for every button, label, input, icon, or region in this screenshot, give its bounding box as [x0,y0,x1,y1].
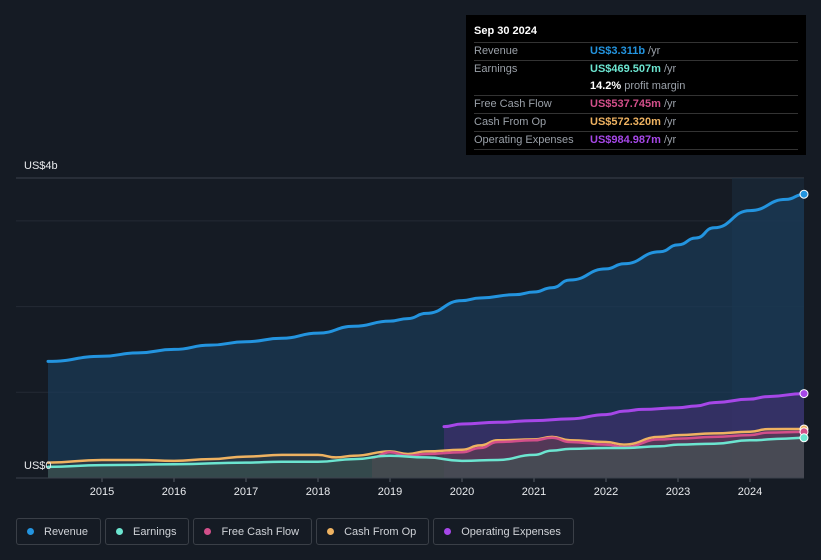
x-tick-label: 2019 [377,486,403,498]
x-tick-label: 2018 [305,486,331,498]
legend-dot-icon [27,528,34,535]
legend-item-earnings[interactable]: Earnings [105,518,190,545]
x-tick-label: 2017 [233,486,259,498]
x-tick-label: 2023 [665,486,691,498]
legend-label: Earnings [133,525,177,538]
tooltip-value: US$984.987m [590,134,661,146]
legend-label: Cash From Op [344,525,417,538]
legend-item-free-cash-flow[interactable]: Free Cash Flow [193,518,313,545]
tooltip-row: Free Cash Flow US$537.745m/yr [474,96,798,114]
tooltip-unit: /yr [663,98,677,110]
x-tick-label: 2016 [161,486,187,498]
y-axis-top-label: US$4b [24,160,58,172]
legend-label: Revenue [44,525,89,538]
x-tick-label: 2022 [593,486,619,498]
tooltip-label: Cash From Op [474,116,547,128]
tooltip-value: US$572.320m [590,116,661,128]
operating-expenses-end-marker [799,389,809,399]
tooltip-row: Operating Expenses US$984.987m/yr [474,132,798,150]
tooltip-label [474,78,590,95]
x-tick-label: 2015 [89,486,115,498]
legend-item-operating-expenses[interactable]: Operating Expenses [433,518,574,545]
legend-item-revenue[interactable]: Revenue [16,518,102,545]
legend-dot-icon [204,528,212,535]
x-tick-label: 2020 [449,486,475,498]
legend-dot-icon [327,528,335,535]
revenue-end-marker [799,189,809,199]
legend-item-cash-from-op[interactable]: Cash From Op [316,518,430,545]
earnings-end-marker [799,433,809,443]
tooltip-row: Revenue US$3.311b/yr [474,43,798,61]
tooltip-value: 14.2% [590,80,622,92]
legend-label: Free Cash Flow [221,525,300,538]
tooltip-row: Earnings US$469.507m/yr [474,61,798,78]
tooltip-date: Sep 30 2024 [474,23,798,43]
y-axis-bottom-label: US$0 [24,460,52,472]
tooltip-row: Cash From Op US$572.320m/yr [474,114,798,132]
tooltip-unit: /yr [648,45,661,57]
legend: Revenue Earnings Free Cash Flow Cash From O… [16,518,574,545]
x-tick-label: 2021 [521,486,547,498]
tooltip-label: Revenue [474,45,519,57]
tooltip-unit: /yr [663,134,677,146]
legend-dot-icon [444,528,452,535]
tooltip-label: Operating Expenses [474,134,574,146]
tooltip-label: Free Cash Flow [474,98,552,110]
tooltip-value: US$469.507m [590,63,661,75]
x-tick-label: 2024 [737,486,763,498]
tooltip-unit: profit margin [624,80,686,92]
tooltip-value: US$537.745m [590,98,661,110]
tooltip: Sep 30 2024 Revenue US$3.311b/yr Earnings U… [466,15,806,155]
tooltip-row: 14.2% profit margin [474,78,798,96]
x-ticks [16,477,804,482]
legend-label: Operating Expenses [461,525,561,538]
tooltip-label: Earnings [474,63,518,75]
tooltip-unit: /yr [663,116,677,128]
tooltip-value: US$3.311b [590,45,646,57]
tooltip-unit: /yr [663,63,677,75]
legend-dot-icon [116,528,124,535]
